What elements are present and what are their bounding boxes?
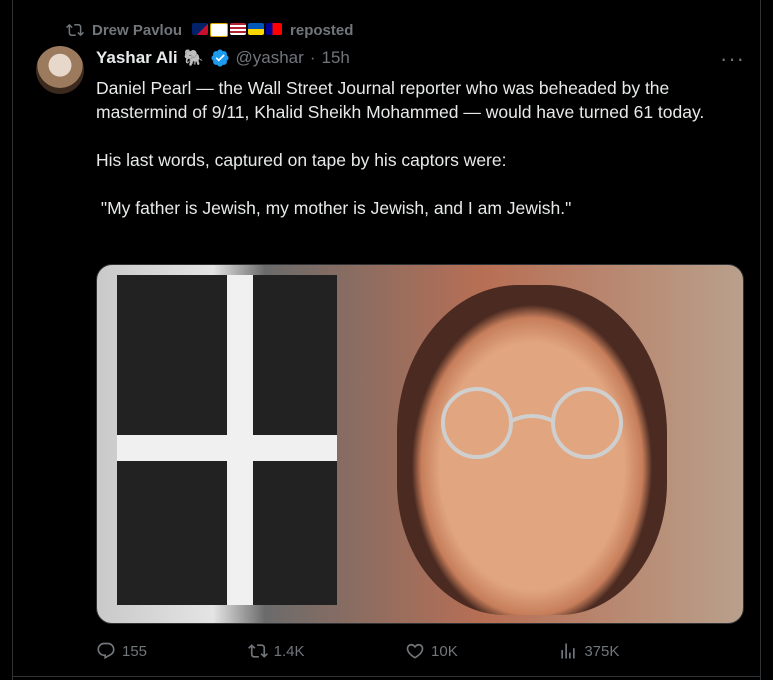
photo-glasses [441, 387, 623, 459]
repost-count: 1.4K [273, 642, 305, 660]
tweet-text-paragraph-3: "My father is Jewish, my mother is Jewis… [96, 198, 572, 218]
action-bar: 155 1.4K 10K 375K [96, 640, 746, 662]
author-name[interactable]: Yashar Ali [96, 48, 178, 68]
views-chart-icon [561, 643, 575, 659]
tweet-header: Yashar Ali 🐘 @yashar · 15h [96, 46, 350, 70]
divider-right [760, 0, 761, 680]
divider-bottom [12, 676, 761, 677]
separator-dot: · [309, 48, 316, 67]
usa-flag-icon [230, 23, 247, 35]
reply-icon [97, 642, 115, 660]
tweet-text-paragraph-2: His last words, captured on tape by his … [96, 150, 507, 170]
flag-emojis [192, 23, 283, 37]
views-button[interactable]: 375K [558, 641, 619, 661]
tweet-photo[interactable] [96, 264, 744, 624]
reposter-name[interactable]: Drew Pavlou [92, 22, 182, 39]
divider-left [12, 0, 13, 680]
repost-icon [66, 23, 84, 37]
taiwan-flag-icon [266, 23, 283, 35]
tweet-text: Daniel Pearl — the Wall Street Journal r… [96, 76, 736, 220]
reply-button[interactable]: 155 [96, 641, 147, 661]
avatar[interactable] [36, 46, 84, 94]
timestamp[interactable]: 15h [321, 48, 349, 68]
reposted-suffix: reposted [290, 21, 354, 39]
verified-badge-icon [210, 49, 229, 67]
repost-button[interactable]: 1.4K [247, 641, 305, 661]
ukraine-flag-icon [248, 23, 265, 35]
tweet-text-paragraph-1: Daniel Pearl — the Wall Street Journal r… [96, 78, 705, 122]
like-count: 10K [431, 642, 458, 660]
author-handle[interactable]: @yashar [236, 48, 304, 68]
like-button[interactable]: 10K [405, 641, 458, 661]
elephant-emoji-icon: 🐘 [183, 50, 204, 67]
photo-window-background [117, 275, 337, 605]
tweet-card: Drew Pavlou reposted Yashar Ali 🐘 @yasha… [0, 0, 773, 680]
repost-context[interactable]: Drew Pavlou reposted [66, 20, 353, 40]
repost-action-icon [247, 644, 268, 658]
heart-icon [406, 643, 424, 659]
more-options-icon[interactable]: ··· [720, 46, 745, 72]
reply-count: 155 [122, 642, 148, 660]
cyprus-flag-icon [210, 23, 229, 37]
view-count: 375K [584, 642, 620, 660]
australia-flag-icon [192, 23, 209, 35]
